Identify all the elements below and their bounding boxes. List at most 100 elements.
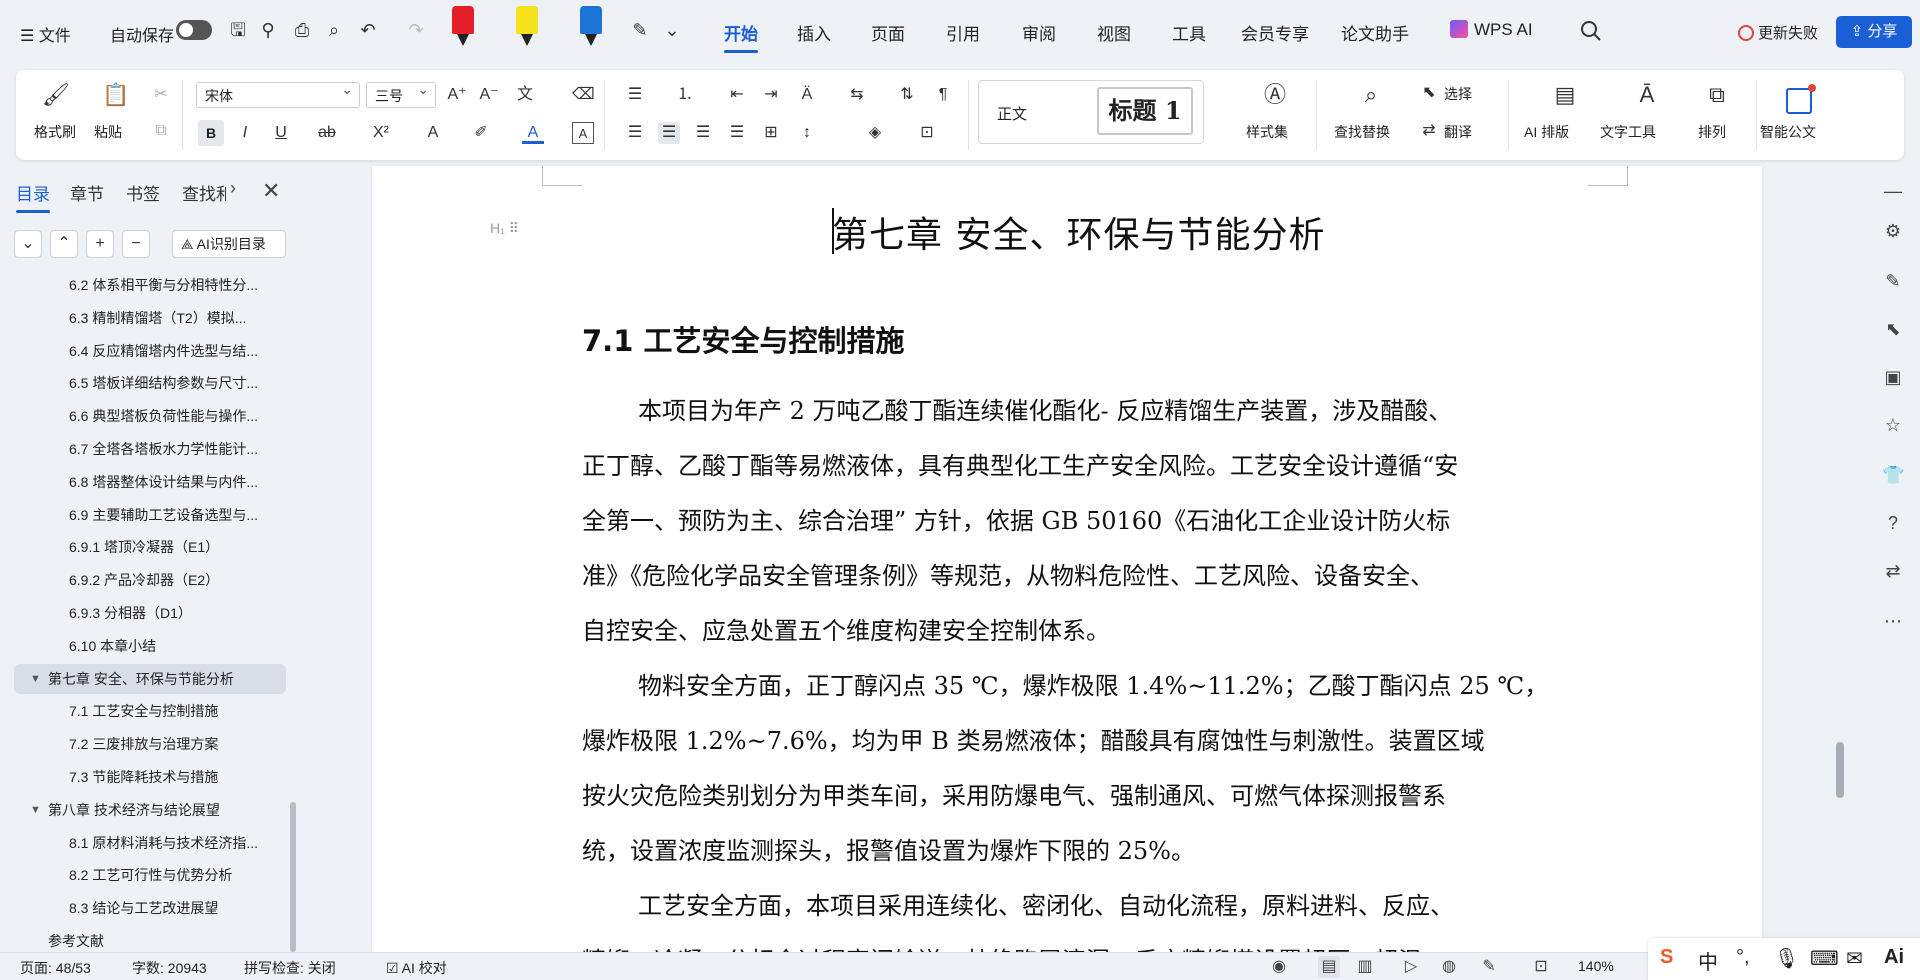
style-set-button[interactable]: 样式集 — [1246, 122, 1288, 142]
shirt-icon[interactable]: 👕 — [1882, 464, 1904, 486]
char-border-icon[interactable]: A — [572, 122, 594, 144]
select-button[interactable]: 选择 — [1444, 84, 1472, 104]
expand-arrow-icon[interactable]: ▼ — [30, 664, 41, 694]
translate-icon[interactable]: ⇄ — [1418, 120, 1440, 142]
smart-doc-button[interactable]: 智能公文 — [1760, 122, 1816, 142]
tab-view[interactable]: 视图 — [1097, 20, 1131, 45]
arrange-button[interactable]: 排列 — [1698, 122, 1726, 142]
pen-icon[interactable]: ✎ — [628, 18, 652, 42]
style-normal[interactable]: 正文 — [997, 103, 1027, 124]
link-icon[interactable]: ⚲ — [256, 18, 280, 42]
share-button[interactable]: ⇪ 分享 — [1836, 16, 1912, 48]
char-spacing-icon[interactable]: Ä — [796, 84, 818, 106]
pen-icon[interactable]: ✎ — [1478, 956, 1500, 978]
show-marks-icon[interactable]: ¶ — [932, 84, 954, 106]
wps-ai-button[interactable]: WPS AI — [1450, 20, 1533, 40]
help-icon[interactable]: ? — [1882, 512, 1904, 534]
undo-icon[interactable]: ↶ — [356, 18, 380, 42]
toc-item[interactable]: 6.9.2 产品冷却器（E2） — [14, 565, 286, 595]
print-icon[interactable]: ⎙ — [290, 18, 314, 42]
scrollbar-thumb[interactable] — [1836, 742, 1844, 798]
format-painter-button[interactable]: 格式刷 — [34, 122, 76, 142]
smart-doc-icon[interactable] — [1786, 84, 1816, 114]
align-right-icon[interactable]: ☰ — [692, 122, 714, 144]
phonetic-guide-icon[interactable]: 文 — [514, 84, 536, 106]
text-tools-button[interactable]: 文字工具 — [1600, 122, 1656, 142]
spellcheck-status[interactable]: 拼写检查: 关闭 — [244, 958, 336, 978]
add-heading-button[interactable]: + — [86, 230, 114, 258]
toc-item[interactable]: 参考文献 — [14, 926, 286, 952]
toc-item[interactable]: 6.8 塔器整体设计结果与内件... — [14, 467, 286, 497]
translate-icon[interactable]: ⇄ — [1882, 560, 1904, 582]
font-color-icon[interactable]: A — [522, 122, 544, 144]
chevron-right-icon[interactable]: › — [230, 178, 236, 199]
justify-icon[interactable]: ☰ — [726, 122, 748, 144]
font-size-select[interactable]: 三号 — [366, 81, 436, 108]
tab-references[interactable]: 引用 — [946, 20, 980, 45]
nav-tab-bookmarks[interactable]: 书签 — [126, 180, 160, 205]
toc-item[interactable]: 6.5 塔板详细结构参数与尺寸... — [14, 368, 286, 398]
tab-home[interactable]: 开始 — [724, 20, 758, 53]
ai-assistant-icon[interactable]: Ai — [1884, 946, 1904, 969]
page-view-icon[interactable]: ▤ — [1318, 956, 1340, 978]
toc-item[interactable]: 8.2 工艺可行性与优势分析 — [14, 860, 286, 890]
pointer-icon[interactable]: ⬉ — [1882, 318, 1904, 340]
keyboard-icon[interactable]: ⌨ — [1810, 946, 1839, 971]
chevron-down-icon[interactable]: ⌄ — [660, 18, 684, 42]
font-name-select[interactable]: 宋体 — [196, 81, 360, 108]
toc-item[interactable]: 6.7 全塔各塔板水力学性能计... — [14, 434, 286, 464]
copy-icon[interactable]: ⧉ — [150, 120, 172, 142]
grow-font-icon[interactable]: A⁺ — [446, 84, 468, 106]
nav-tab-find[interactable]: 查找和 — [182, 180, 226, 205]
tab-insert[interactable]: 插入 — [797, 20, 831, 45]
toc-item[interactable]: 7.3 节能降耗技术与措施 — [14, 762, 286, 792]
toc-item[interactable]: ▼ 第七章 安全、环保与节能分析 — [14, 663, 286, 694]
superscript-button[interactable]: X² — [370, 122, 392, 144]
page-counter[interactable]: 页面: 48/53 — [20, 958, 91, 978]
tab-review[interactable]: 审阅 — [1022, 20, 1056, 45]
style-heading-1[interactable]: 标题 1 — [1097, 87, 1193, 135]
toc-item[interactable]: 8.1 原材料消耗与技术经济指... — [14, 828, 286, 858]
document-page[interactable]: H₁ ⠿ 第七章 安全、环保与节能分析 7.1 工艺安全与控制措施 本项目为年产… — [372, 166, 1762, 952]
toc-item[interactable]: 7.2 三废排放与治理方案 — [14, 729, 286, 759]
pen-icon[interactable]: ✎ — [1882, 270, 1904, 292]
italic-button[interactable]: I — [234, 122, 256, 144]
word-count[interactable]: 字数: 20943 — [132, 958, 207, 978]
paste-button[interactable]: 粘贴 — [94, 122, 122, 142]
align-center-icon[interactable]: ☰ — [658, 122, 680, 144]
search-icon[interactable] — [1578, 18, 1604, 44]
numbered-list-icon[interactable]: ⒈ — [674, 84, 696, 106]
cut-icon[interactable]: ✂ — [150, 84, 172, 106]
zoom-level[interactable]: 140% — [1578, 958, 1614, 974]
bold-button[interactable]: B — [198, 120, 224, 146]
collapse-up-button[interactable]: ⌃ — [50, 230, 78, 258]
highlight-color-icon[interactable]: ✐ — [470, 122, 492, 144]
text-tools-icon[interactable]: Ā — [1634, 82, 1660, 108]
find-replace-button[interactable]: 查找替换 — [1334, 122, 1390, 142]
toc-item[interactable]: 6.3 精制精馏塔（T2）模拟... — [14, 303, 286, 333]
close-icon[interactable]: ✕ — [262, 178, 280, 204]
toc-item[interactable]: 6.4 反应精馏塔内件选型与结... — [14, 336, 286, 366]
decrease-indent-icon[interactable]: ⇤ — [726, 84, 748, 106]
image-icon[interactable]: ▣ — [1882, 366, 1904, 388]
format-painter-icon[interactable]: 🖌 — [42, 82, 70, 108]
punctuation-icon[interactable]: °, — [1736, 946, 1750, 969]
toc-item[interactable]: 8.3 结论与工艺改进展望 — [14, 893, 286, 923]
remove-heading-button[interactable]: − — [122, 230, 150, 258]
tab-tools[interactable]: 工具 — [1172, 20, 1206, 45]
ai-layout-button[interactable]: AI 排版 — [1524, 122, 1569, 142]
document-scrollbar[interactable] — [1830, 166, 1852, 952]
yellow-highlighter-icon[interactable] — [516, 6, 538, 46]
ai-proofread-button[interactable]: ☑ AI 校对 — [386, 958, 447, 978]
toc-item[interactable]: 6.10 本章小结 — [14, 631, 286, 661]
nav-tab-toc[interactable]: 目录 — [16, 180, 50, 213]
expand-arrow-icon[interactable]: ▼ — [30, 795, 41, 825]
style-set-icon[interactable]: Ⓐ — [1262, 82, 1288, 108]
redo-icon[interactable]: ↷ — [404, 18, 428, 42]
web-view-icon[interactable]: ◍ — [1438, 956, 1460, 978]
toc-item[interactable]: 6.9.3 分相器（D1） — [14, 598, 286, 628]
clear-format-icon[interactable]: ⌫ — [572, 84, 595, 106]
border-icon[interactable]: ⊡ — [916, 122, 938, 144]
microphone-icon[interactable]: 🎙 — [1774, 946, 1799, 971]
text-direction-icon[interactable]: ⇆ — [846, 84, 868, 106]
